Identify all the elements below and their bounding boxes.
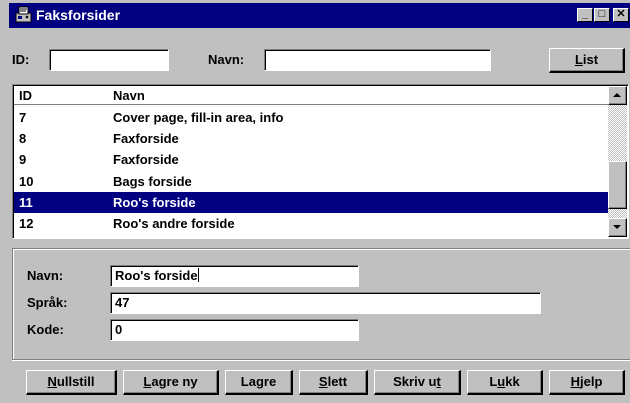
delete-button[interactable]: Slett [299, 370, 368, 395]
column-header-id[interactable]: ID [19, 86, 32, 105]
reset-button-label-post: ullstill [56, 374, 95, 389]
save-new-button[interactable]: Lagre ny [123, 370, 219, 395]
list-button[interactable]: List [549, 48, 625, 73]
list-item-id: 9 [19, 152, 27, 168]
save-button-label-pre: La [240, 374, 256, 389]
scroll-down-button[interactable] [608, 218, 627, 237]
text-caret [198, 268, 199, 282]
list-button-label-post: ist [582, 52, 599, 67]
list-item-name: Faxforside [113, 152, 179, 168]
list-item-id: 7 [19, 110, 27, 125]
close-button[interactable]: Lukk [467, 370, 543, 395]
list-item[interactable]: 9 Faxforside [14, 149, 608, 170]
code-input[interactable]: 0 [110, 319, 359, 341]
list-item-id: 12 [19, 216, 34, 231]
detail-name-value: Roo's forside [115, 268, 198, 283]
delete-button-mnemonic: S [318, 374, 328, 389]
reset-button[interactable]: Nullstill [26, 370, 117, 395]
print-button-label-pre: Skriv u [393, 374, 437, 389]
id-search-input[interactable] [49, 49, 169, 71]
list-item-name: Roo's andre forside [113, 216, 235, 231]
name-search-value [265, 50, 490, 52]
detail-name-input[interactable]: Roo's forside [110, 265, 359, 287]
scroll-up-button[interactable] [608, 86, 627, 105]
scroll-thumb[interactable] [608, 161, 627, 209]
help-button[interactable]: Hjelp [549, 370, 625, 395]
arrow-down-icon [613, 225, 621, 229]
delete-button-label-post: lett [327, 374, 348, 389]
close-icon: ✕ [616, 8, 626, 20]
detail-group: Navn: Roo's forside Språk: 47 Kode: 0 [12, 248, 630, 360]
save-button-mnemonic: g [255, 374, 264, 389]
cover-page-list[interactable]: ID Navn 7 Cover page, fill-in area, info 8… [12, 84, 629, 239]
language-input[interactable]: 47 [110, 292, 541, 314]
list-item-name: Bags forside [113, 173, 192, 189]
list-item-id: 8 [19, 131, 27, 147]
list-item[interactable]: 8 Faxforside [14, 128, 608, 149]
code-value: 0 [115, 322, 123, 337]
window-title: Faksforsider [36, 7, 121, 23]
list-item-name: Faxforside [113, 131, 179, 147]
name-search-label: Navn: [208, 52, 245, 67]
maximize-icon: □ [598, 8, 606, 20]
list-item[interactable]: 11 Roo's forside [14, 191, 608, 213]
maximize-button[interactable]: □ [594, 8, 610, 22]
column-header-name[interactable]: Navn [113, 86, 145, 105]
id-search-value [50, 50, 168, 52]
save-new-button-label-post: agre ny [151, 374, 198, 389]
print-button-mnemonic: t [436, 374, 441, 389]
name-search-input[interactable] [264, 49, 491, 71]
list-item-name: Roo's forside [113, 194, 196, 210]
list-header: ID Navn [14, 86, 608, 105]
list-scrollbar[interactable] [608, 86, 627, 237]
arrow-up-icon [613, 93, 621, 97]
list-item[interactable]: 10 Bags forside [14, 171, 608, 192]
help-button-label-post: jelp [579, 374, 603, 389]
close-window-button[interactable]: ✕ [613, 8, 629, 22]
detail-name-value-wrap: Roo's forside [111, 266, 358, 283]
list-item-name: Cover page, fill-in area, info [113, 110, 284, 125]
detail-name-label: Navn: [27, 268, 64, 283]
minimize-icon: _ [581, 8, 589, 20]
fax-machine-icon[interactable] [13, 6, 33, 24]
code-label: Kode: [27, 322, 64, 337]
language-value: 47 [115, 295, 130, 310]
close-button-label-post: kk [505, 374, 520, 389]
minimize-button[interactable]: _ [577, 8, 593, 22]
print-button[interactable]: Skriv ut [374, 370, 461, 395]
id-label: ID: [12, 52, 30, 67]
language-label: Språk: [27, 295, 68, 310]
list-item-id: 11 [19, 194, 33, 210]
list-item[interactable]: 12 Roo's andre forside [14, 213, 608, 234]
help-button-mnemonic: H [570, 374, 580, 389]
reset-button-mnemonic: N [47, 374, 57, 389]
list-button-mnemonic: L [574, 52, 583, 67]
title-bar[interactable]: Faksforsider _ □ ✕ [9, 3, 630, 28]
save-button[interactable]: Lagre [225, 370, 293, 395]
save-button-label-post: re [263, 374, 277, 389]
list-item-id: 10 [19, 173, 34, 189]
list-item[interactable]: 7 Cover page, fill-in area, info [14, 107, 608, 128]
